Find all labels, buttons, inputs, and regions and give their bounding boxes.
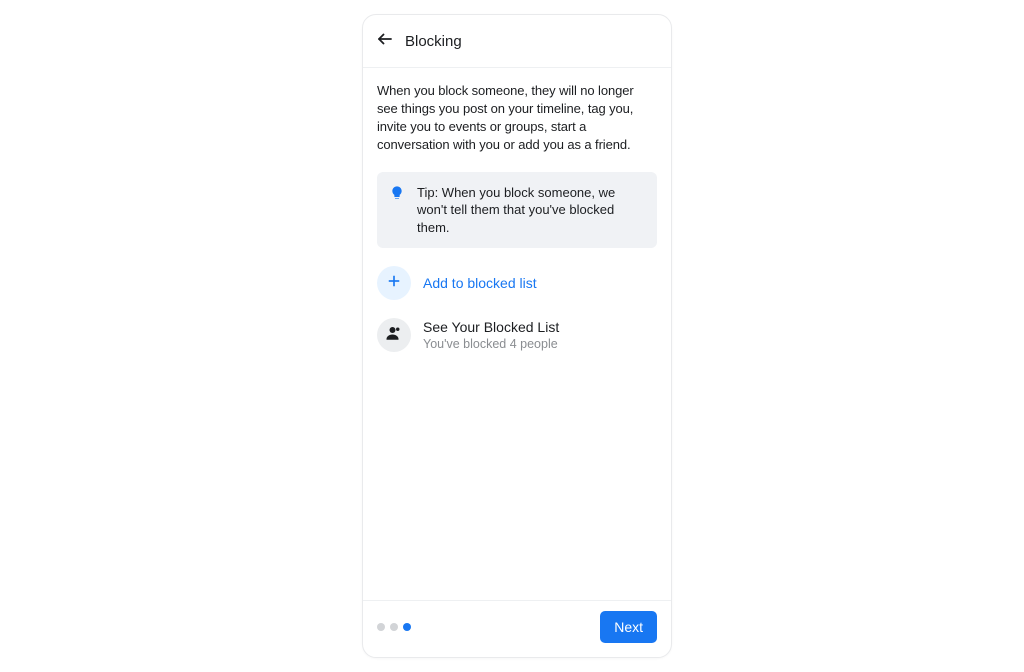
- back-button[interactable]: [373, 29, 397, 53]
- add-to-blocked-label: Add to blocked list: [423, 275, 537, 291]
- next-button[interactable]: Next: [600, 611, 657, 643]
- arrow-left-icon: [376, 30, 394, 53]
- description-text: When you block someone, they will no lon…: [377, 82, 657, 154]
- progress-dots: [377, 623, 411, 631]
- see-blocked-subtitle: You've blocked 4 people: [423, 337, 559, 351]
- page-title: Blocking: [405, 33, 462, 50]
- header: Blocking: [363, 15, 671, 68]
- blocking-settings-card: Blocking When you block someone, they wi…: [362, 14, 672, 658]
- lightbulb-icon: [389, 185, 407, 203]
- tip-text: Tip: When you block someone, we won't te…: [417, 184, 643, 237]
- people-icon: [385, 324, 403, 347]
- progress-dot-2: [390, 623, 398, 631]
- see-blocked-row[interactable]: See Your Blocked List You've blocked 4 p…: [377, 318, 657, 352]
- plus-icon: [385, 272, 403, 295]
- see-blocked-text: See Your Blocked List You've blocked 4 p…: [423, 319, 559, 351]
- footer: Next: [363, 600, 671, 657]
- progress-dot-1: [377, 623, 385, 631]
- tip-box: Tip: When you block someone, we won't te…: [377, 172, 657, 249]
- progress-dot-3: [403, 623, 411, 631]
- add-to-blocked-row[interactable]: Add to blocked list: [377, 266, 657, 300]
- people-icon-circle: [377, 318, 411, 352]
- see-blocked-title: See Your Blocked List: [423, 319, 559, 335]
- content-area: When you block someone, they will no lon…: [363, 68, 671, 600]
- add-icon-circle: [377, 266, 411, 300]
